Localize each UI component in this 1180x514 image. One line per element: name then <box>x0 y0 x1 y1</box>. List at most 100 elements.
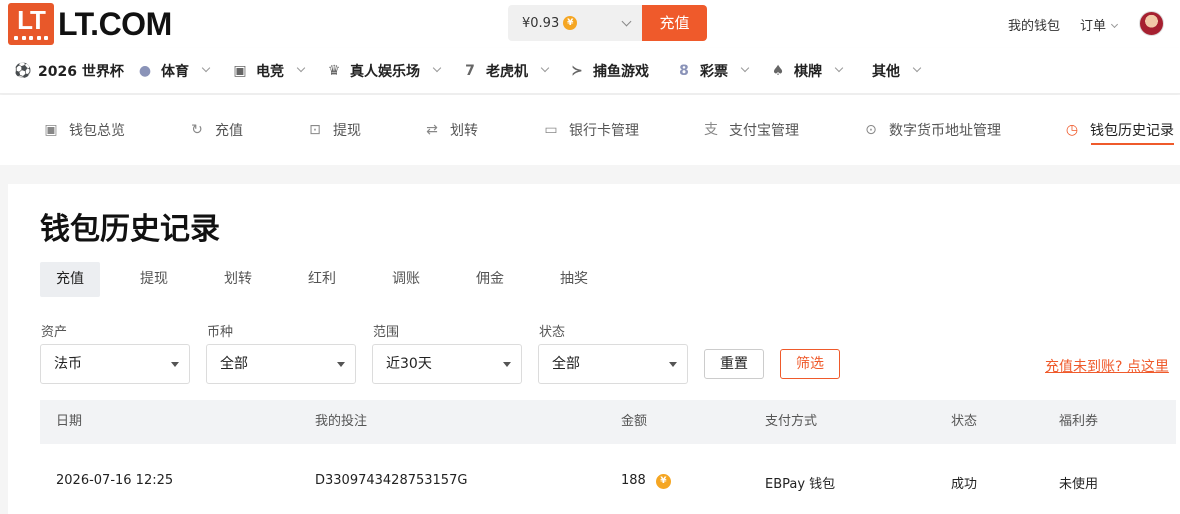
table-row[interactable]: 2026-07-16 12:25 D3309743428753157G 188 ¥… <box>40 444 1176 514</box>
bank-card-icon: ▭ <box>544 122 558 138</box>
wallet-nav-transfer[interactable]: ⇄ 划转 <box>424 119 478 141</box>
currency-select[interactable]: 全部 <box>206 344 356 384</box>
cat-board-games[interactable]: ♠ 棋牌 <box>770 48 844 94</box>
caret-down-icon <box>669 362 677 367</box>
world-cup-icon: ⚽ <box>14 63 32 79</box>
status-select[interactable]: 全部 <box>538 344 688 384</box>
coin-icon: ¥ <box>563 16 578 30</box>
wallet-nav-label: 充值 <box>215 123 243 139</box>
wallet-icon: ▣ <box>44 122 58 138</box>
wallet-nav-bank-cards[interactable]: ▭ 银行卡管理 <box>543 119 639 141</box>
status-value: 全部 <box>552 356 580 372</box>
wallet-nav-label: 提现 <box>333 123 361 139</box>
wallet-nav-label: 钱包历史记录 <box>1090 123 1174 139</box>
basketball-icon: ● <box>138 63 152 79</box>
transfer-icon: ⇄ <box>426 122 438 138</box>
avatar[interactable] <box>1139 11 1164 36</box>
history-clock-icon: ◷ <box>1065 122 1079 138</box>
top-header: LT LT.COM ¥0.93 ¥ 充值 我的钱包 订单 <box>0 0 1180 48</box>
tab-transfer[interactable]: 划转 <box>208 262 268 297</box>
caret-down-icon <box>337 362 345 367</box>
row-date: 2026-07-16 12:25 <box>56 473 174 488</box>
cat-lottery[interactable]: 8 彩票 <box>676 48 750 94</box>
reset-button[interactable]: 重置 <box>704 349 764 379</box>
currency-value: 全部 <box>220 356 248 372</box>
caret-down-icon <box>171 362 179 367</box>
tab-lucky-draw[interactable]: 抽奖 <box>544 262 604 297</box>
page-title: 钱包历史记录 <box>40 212 220 247</box>
wallet-nav-deposit[interactable]: ↻ 充值 <box>189 119 243 141</box>
chevron-down-icon <box>201 63 211 73</box>
cat-label: 电竞 <box>256 64 284 80</box>
chevron-down-icon <box>540 63 550 73</box>
coin-icon: ¥ <box>655 474 671 489</box>
chevron-down-icon <box>740 63 750 73</box>
wallet-nav-label: 银行卡管理 <box>569 123 639 139</box>
cat-other[interactable]: 其他 <box>872 48 922 94</box>
logo-text: LT.COM <box>58 5 172 42</box>
cat-esports[interactable]: ▣ 电竞 <box>232 48 306 94</box>
wallet-nav: ▣ 钱包总览 ↻ 充值 ⊡ 提现 ⇄ 划转 ▭ 银行卡管理 支支付宝管理 ⊙ 数字货币地址管… <box>0 95 1180 165</box>
cat-fishing[interactable]: ≻ 捕鱼游戏 <box>569 48 649 94</box>
wallet-nav-label: 支付宝管理 <box>729 123 799 139</box>
col-date: 日期 <box>56 414 83 429</box>
crypto-address-icon: ⊙ <box>865 122 877 138</box>
cat-label: 2026 世界杯 <box>38 64 124 80</box>
asset-value: 法币 <box>54 356 82 372</box>
category-nav: ⚽ 2026 世界杯 ● 体育 ▣ 电竞 ♛ 真人娱乐场 7 老虎机 ≻ 捕鱼游… <box>0 48 1180 94</box>
gamepad-icon: ▣ <box>233 63 247 79</box>
cat-label: 彩票 <box>700 64 728 80</box>
wallet-nav-alipay[interactable]: 支支付宝管理 <box>703 119 799 141</box>
col-order: 我的投注 <box>315 414 368 429</box>
cat-slots[interactable]: 7 老虎机 <box>462 48 550 94</box>
cat-world-cup[interactable]: ⚽ 2026 世界杯 <box>14 48 124 94</box>
col-coupon: 福利券 <box>1059 414 1099 429</box>
tab-bonus[interactable]: 红利 <box>292 262 352 297</box>
chevron-down-icon <box>1110 20 1119 29</box>
row-coupon: 未使用 <box>1059 477 1099 492</box>
col-amount: 金额 <box>621 414 648 429</box>
deposit-button[interactable]: 充值 <box>642 5 707 41</box>
cat-label: 体育 <box>161 64 189 80</box>
caret-down-icon <box>503 362 511 367</box>
tab-adjustment[interactable]: 调账 <box>376 262 436 297</box>
cat-label: 老虎机 <box>486 64 528 80</box>
chevron-down-icon <box>834 63 844 73</box>
history-card: 钱包历史记录 充值 提现 划转 红利 调账 佣金 抽奖 资产 币种 范围 状态 … <box>8 184 1180 514</box>
logo-mark: LT <box>8 3 54 45</box>
orders-menu[interactable]: 订单 <box>1080 15 1119 34</box>
chevron-down-icon <box>621 16 632 27</box>
filter-button[interactable]: 筛选 <box>780 349 840 379</box>
wallet-nav-history[interactable]: ◷ 钱包历史记录 <box>1064 119 1174 145</box>
tab-withdraw[interactable]: 提现 <box>124 262 184 297</box>
amount-value: 188 <box>621 473 646 488</box>
row-amount: 188 ¥ <box>621 473 671 489</box>
status-label: 状态 <box>539 325 566 340</box>
balance-dropdown[interactable]: ¥0.93 ¥ <box>508 5 642 41</box>
asset-select[interactable]: 法币 <box>40 344 190 384</box>
row-order-id: D3309743428753157G <box>315 473 468 488</box>
row-status: 成功 <box>951 477 978 492</box>
range-select[interactable]: 近30天 <box>372 344 522 384</box>
my-wallet-link[interactable]: 我的钱包 <box>1008 15 1060 34</box>
cards-icon: ♠ <box>771 63 785 79</box>
withdraw-icon: ⊡ <box>309 122 321 138</box>
table-header: 日期 我的投注 金额 支付方式 状态 福利券 <box>40 400 1176 444</box>
tab-deposit[interactable]: 充值 <box>40 262 100 297</box>
wallet-nav-withdraw[interactable]: ⊡ 提现 <box>307 119 361 141</box>
cat-label: 其他 <box>872 64 900 80</box>
cat-live-casino[interactable]: ♛ 真人娱乐场 <box>326 48 442 94</box>
col-status: 状态 <box>951 414 978 429</box>
wallet-nav-overview[interactable]: ▣ 钱包总览 <box>43 119 125 141</box>
live-casino-icon: ♛ <box>327 63 341 79</box>
col-payment-method: 支付方式 <box>765 414 818 429</box>
chevron-down-icon <box>296 63 306 73</box>
wallet-nav-crypto[interactable]: ⊙ 数字货币地址管理 <box>863 119 1001 141</box>
cat-sports[interactable]: ● 体育 <box>137 48 211 94</box>
wallet-nav-label: 划转 <box>450 123 478 139</box>
deposit-icon: ↻ <box>191 122 203 138</box>
deposit-help-link[interactable]: 充值未到账? 点这里 <box>1045 356 1169 376</box>
site-logo[interactable]: LT LT.COM <box>8 3 172 45</box>
tab-commission[interactable]: 佣金 <box>460 262 520 297</box>
wallet-nav-label: 数字货币地址管理 <box>889 123 1001 139</box>
